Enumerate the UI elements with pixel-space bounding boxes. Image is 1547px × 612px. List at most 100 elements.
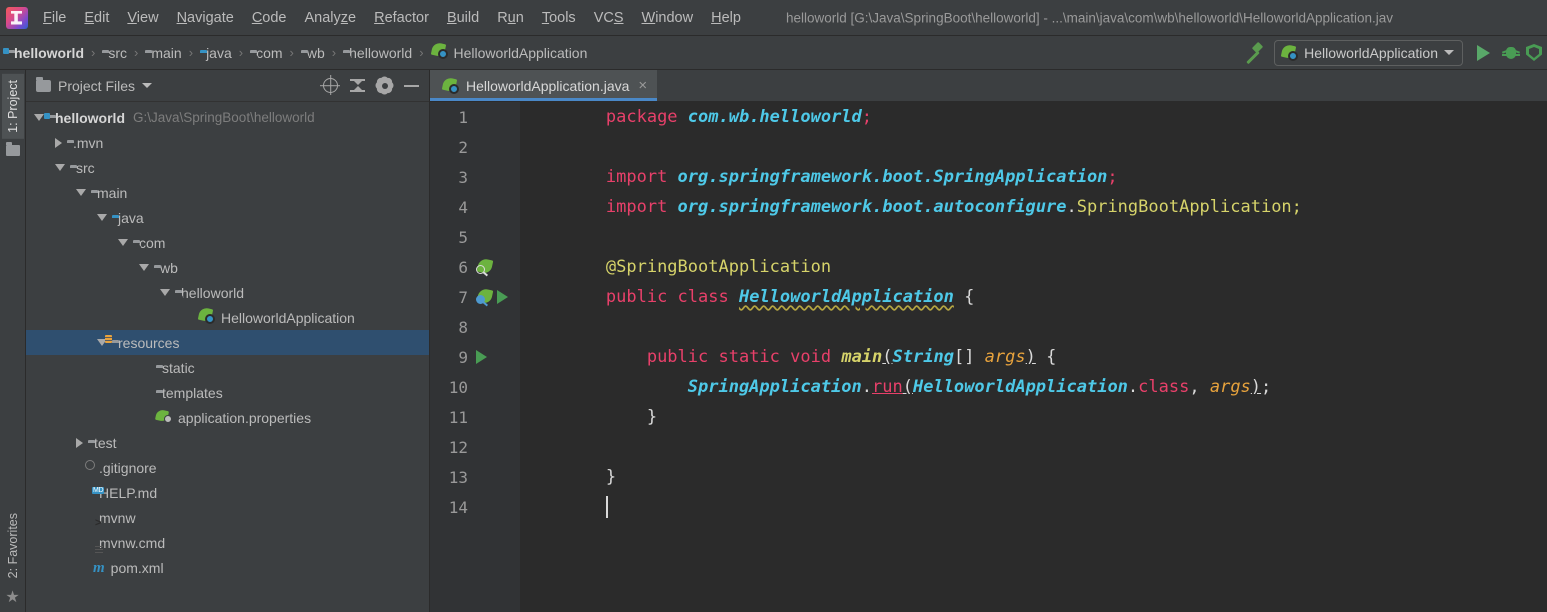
- folder-icon[interactable]: [5, 141, 20, 156]
- tree-node-wb[interactable]: wb: [26, 255, 429, 280]
- chevron-down-icon[interactable]: [118, 239, 128, 246]
- coverage-button[interactable]: [1525, 39, 1543, 67]
- collapse-all-icon[interactable]: [350, 78, 365, 93]
- line-number: 4: [458, 197, 468, 217]
- run-configuration-label: HelloworldApplication: [1304, 44, 1438, 61]
- menu-item-refactor[interactable]: Refactor: [365, 7, 438, 29]
- menu-item-help[interactable]: Help: [702, 7, 750, 29]
- menu-item-navigate[interactable]: Navigate: [168, 7, 243, 29]
- code-viewport[interactable]: 1 2 3 4 5 6 7 8 9 10 11 12 13 14 package com.wb.hello…: [430, 102, 1547, 612]
- chevron-down-icon[interactable]: [76, 189, 86, 196]
- run-configuration-selector[interactable]: HelloworldApplication: [1274, 39, 1463, 66]
- debug-button[interactable]: [1497, 39, 1525, 67]
- menu-items: File Edit View Navigate Code Analyze Refactor B…: [34, 7, 750, 29]
- close-icon[interactable]: ×: [636, 78, 647, 93]
- project-view-selector[interactable]: Project Files: [36, 76, 153, 94]
- code-line: }: [520, 402, 1547, 432]
- tree-node-java[interactable]: java: [26, 205, 429, 230]
- tree-node-static[interactable]: static: [26, 355, 429, 380]
- spring-bean-gutter-icon[interactable]: [476, 287, 494, 305]
- spring-properties-icon: [154, 408, 172, 426]
- gutter-line: 8: [430, 312, 520, 342]
- chevron-down-icon: [1444, 50, 1454, 55]
- chevron-right-icon[interactable]: [76, 437, 83, 448]
- chevron-down-icon[interactable]: [97, 214, 107, 221]
- gutter-line: 11: [430, 402, 520, 432]
- code-token: ;: [1107, 167, 1118, 187]
- sidebar-item-favorites[interactable]: 2: Favorites: [2, 507, 24, 584]
- tree-node-helloworld[interactable]: helloworld: [26, 280, 429, 305]
- code-token: }: [605, 467, 617, 487]
- code-token: @SpringBootApplication: [605, 257, 832, 277]
- tree-node-main[interactable]: main: [26, 180, 429, 205]
- tree-node-test[interactable]: test: [26, 430, 429, 455]
- run-gutter-icon[interactable]: [476, 350, 487, 364]
- breadcrumb-separator: ›: [238, 45, 244, 60]
- tree-node-src[interactable]: src: [26, 155, 429, 180]
- tree-node-help-md[interactable]: HELP.md: [26, 480, 429, 505]
- tree-node-com[interactable]: com: [26, 230, 429, 255]
- breadcrumb-item-main[interactable]: main: [145, 45, 181, 61]
- breadcrumb-item-com[interactable]: com: [250, 45, 282, 61]
- code-editor[interactable]: package com.wb.helloworld; import org.sp…: [520, 102, 1547, 612]
- gutter-line: 14: [430, 492, 520, 522]
- tree-node-resources[interactable]: resources: [26, 330, 429, 355]
- menu-item-code[interactable]: Code: [243, 7, 296, 29]
- menu-item-build[interactable]: Build: [438, 7, 488, 29]
- menu-item-tools[interactable]: Tools: [533, 7, 585, 29]
- tree-node-mvnw[interactable]: mvnw: [26, 505, 429, 530]
- chevron-down-icon[interactable]: [55, 164, 65, 171]
- run-gutter-icon[interactable]: [497, 290, 508, 304]
- line-number: 7: [458, 287, 468, 307]
- sidebar-item-project[interactable]: 1: Project: [1, 74, 24, 139]
- build-project-icon[interactable]: [1240, 40, 1266, 66]
- tree-node-application-properties[interactable]: application.properties: [26, 405, 429, 430]
- breadcrumb-item-helloworldapplication[interactable]: HelloworldApplication: [430, 41, 587, 62]
- intellij-logo-icon: [6, 6, 28, 29]
- tree-node--mvn[interactable]: .mvn: [26, 130, 429, 155]
- breadcrumb-item-label: src: [108, 44, 128, 61]
- gutter-line: 10: [430, 372, 520, 402]
- locate-icon[interactable]: [323, 78, 338, 93]
- spring-bean-gutter-icon[interactable]: [476, 257, 494, 275]
- line-number: 1: [458, 107, 468, 127]
- tree-node-pom-xml[interactable]: m pom.xml: [26, 555, 429, 580]
- menu-item-edit[interactable]: Edit: [75, 7, 118, 29]
- chevron-down-icon[interactable]: [34, 114, 44, 121]
- code-token: HelloworldApplication: [738, 287, 954, 307]
- menu-item-vcs[interactable]: VCS: [585, 7, 633, 29]
- tree-node-helloworld[interactable]: helloworld G:\Java\SpringBoot\helloworld: [26, 105, 429, 130]
- chevron-right-icon[interactable]: [55, 137, 62, 148]
- chevron-down-icon[interactable]: [160, 289, 170, 296]
- tree-node--gitignore[interactable]: .gitignore: [26, 455, 429, 480]
- code-token: .: [1066, 197, 1077, 217]
- breadcrumb-item-wb[interactable]: wb: [301, 45, 325, 61]
- run-button[interactable]: [1469, 39, 1497, 67]
- menu-item-run[interactable]: Run: [488, 7, 533, 29]
- breadcrumb: helloworld › src › main › java › com › wb › hellowor…: [0, 41, 587, 62]
- gutter-line: 6: [430, 252, 520, 282]
- editor-gutter[interactable]: 1 2 3 4 5 6 7 8 9 10 11 12 13 14: [430, 102, 520, 612]
- breadcrumb-item-java[interactable]: java: [200, 45, 232, 61]
- menu-item-window[interactable]: Window: [633, 7, 703, 29]
- tab-helloworldapplication-java[interactable]: HelloworldApplication.java ×: [430, 70, 658, 101]
- tree-node-label: helloworld: [181, 284, 245, 301]
- menu-item-analyze[interactable]: Analyze: [296, 7, 366, 29]
- menu-item-view[interactable]: View: [118, 7, 167, 29]
- minimize-icon[interactable]: [404, 78, 419, 93]
- star-icon[interactable]: ★: [5, 590, 19, 606]
- breadcrumb-item-helloworld[interactable]: helloworld: [8, 45, 84, 61]
- breadcrumb-separator: ›: [91, 45, 96, 60]
- gear-icon[interactable]: [377, 78, 392, 93]
- menu-item-file[interactable]: File: [34, 7, 75, 29]
- code-token: ;: [1291, 197, 1302, 217]
- chevron-down-icon[interactable]: [139, 264, 149, 271]
- breadcrumb-item-helloworld[interactable]: helloworld: [343, 45, 412, 61]
- tree-node-templates[interactable]: templates: [26, 380, 429, 405]
- breadcrumb-item-src[interactable]: src: [102, 45, 127, 61]
- tree-node-mvnw-cmd[interactable]: mvnw.cmd: [26, 530, 429, 555]
- breadcrumb-item-label: helloworld: [349, 44, 413, 61]
- breadcrumb-item-label: java: [206, 44, 232, 61]
- tree-node-helloworldapplication[interactable]: HelloworldApplication: [26, 305, 429, 330]
